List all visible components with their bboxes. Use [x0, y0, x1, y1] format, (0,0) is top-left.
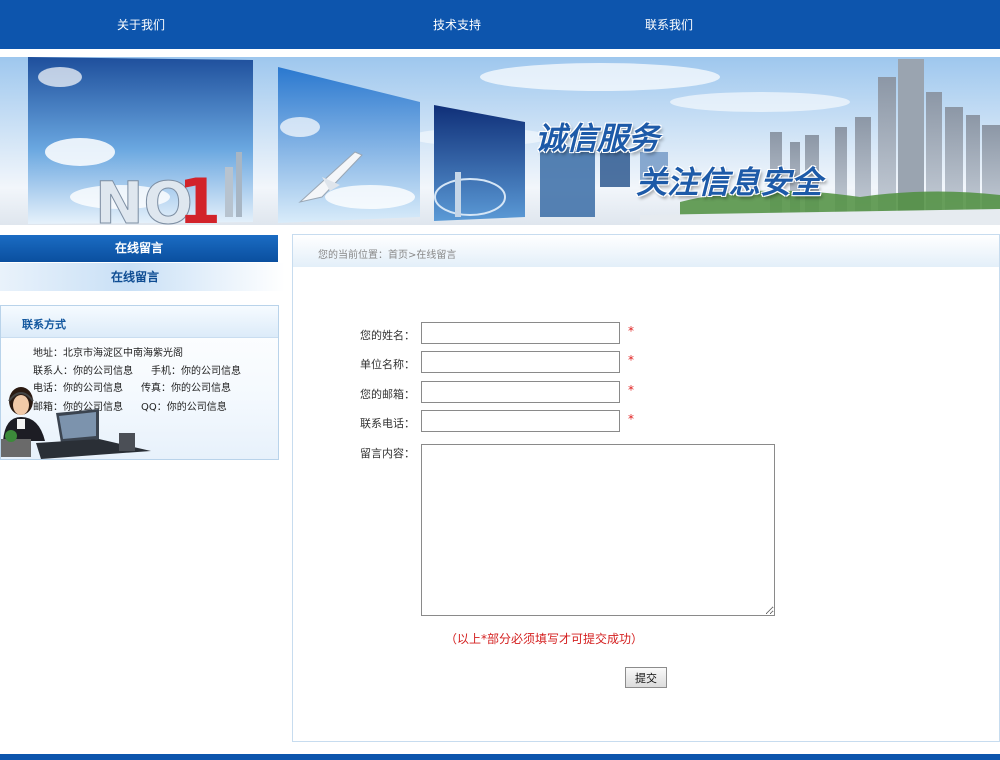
message-textarea[interactable]: [421, 444, 775, 616]
name-input[interactable]: [421, 322, 620, 344]
contact-person: 联系人：你的公司信息: [33, 366, 133, 377]
sidebar-item-online-message[interactable]: 在线留言: [0, 263, 285, 291]
sidebar-title: 在线留言: [0, 235, 278, 262]
submit-button[interactable]: 提交: [625, 667, 667, 688]
nav-tech-support[interactable]: 技术支持: [433, 16, 481, 33]
breadcrumb-bar: 您的当前位置：首页>在线留言: [293, 235, 999, 267]
contact-title: 联系方式: [22, 318, 66, 331]
banner: NO 1 诚信服务 关注信息安全: [0, 57, 1000, 225]
company-required-mark: *: [628, 353, 634, 367]
nav-contact-us[interactable]: 联系我们: [645, 16, 693, 33]
contact-header: 联系方式: [1, 306, 278, 338]
message-label: 留言内容：: [360, 447, 415, 460]
top-nav: 关于我们 技术支持 联系我们: [0, 0, 1000, 49]
nav-about-us[interactable]: 关于我们: [117, 16, 165, 33]
phone-label: 联系电话：: [360, 417, 415, 430]
email-input[interactable]: [421, 381, 620, 403]
banner-headline-2: 关注信息安全: [636, 165, 822, 201]
phone-required-mark: *: [628, 412, 634, 426]
phone-input[interactable]: [421, 410, 620, 432]
email-required-mark: *: [628, 383, 634, 397]
required-note: （以上*部分必须填写才可提交成功）: [445, 632, 644, 646]
svg-text:1: 1: [178, 165, 221, 225]
banner-artwork: NO 1: [28, 57, 1000, 225]
email-label: 您的邮箱：: [360, 388, 415, 401]
main-content: 您的当前位置：首页>在线留言 您的姓名： * 单位名称： * 您的邮箱： * 联…: [292, 234, 1000, 742]
company-input[interactable]: [421, 351, 620, 373]
name-label: 您的姓名：: [360, 329, 415, 342]
customer-service-illustration: [1, 387, 151, 459]
breadcrumb: 您的当前位置：首页>在线留言: [318, 250, 457, 261]
contact-mobile: 手机：你的公司信息: [151, 366, 241, 377]
contact-box: 联系方式 地址：北京市海淀区中南海紫光阁 联系人：你的公司信息 手机：你的公司信…: [0, 305, 279, 460]
banner-headline-1: 诚信服务: [535, 121, 659, 157]
company-label: 单位名称：: [360, 358, 415, 371]
name-required-mark: *: [628, 324, 634, 338]
contact-address: 地址：北京市海淀区中南海紫光阁: [33, 348, 183, 359]
footer-divider: [0, 754, 1000, 760]
